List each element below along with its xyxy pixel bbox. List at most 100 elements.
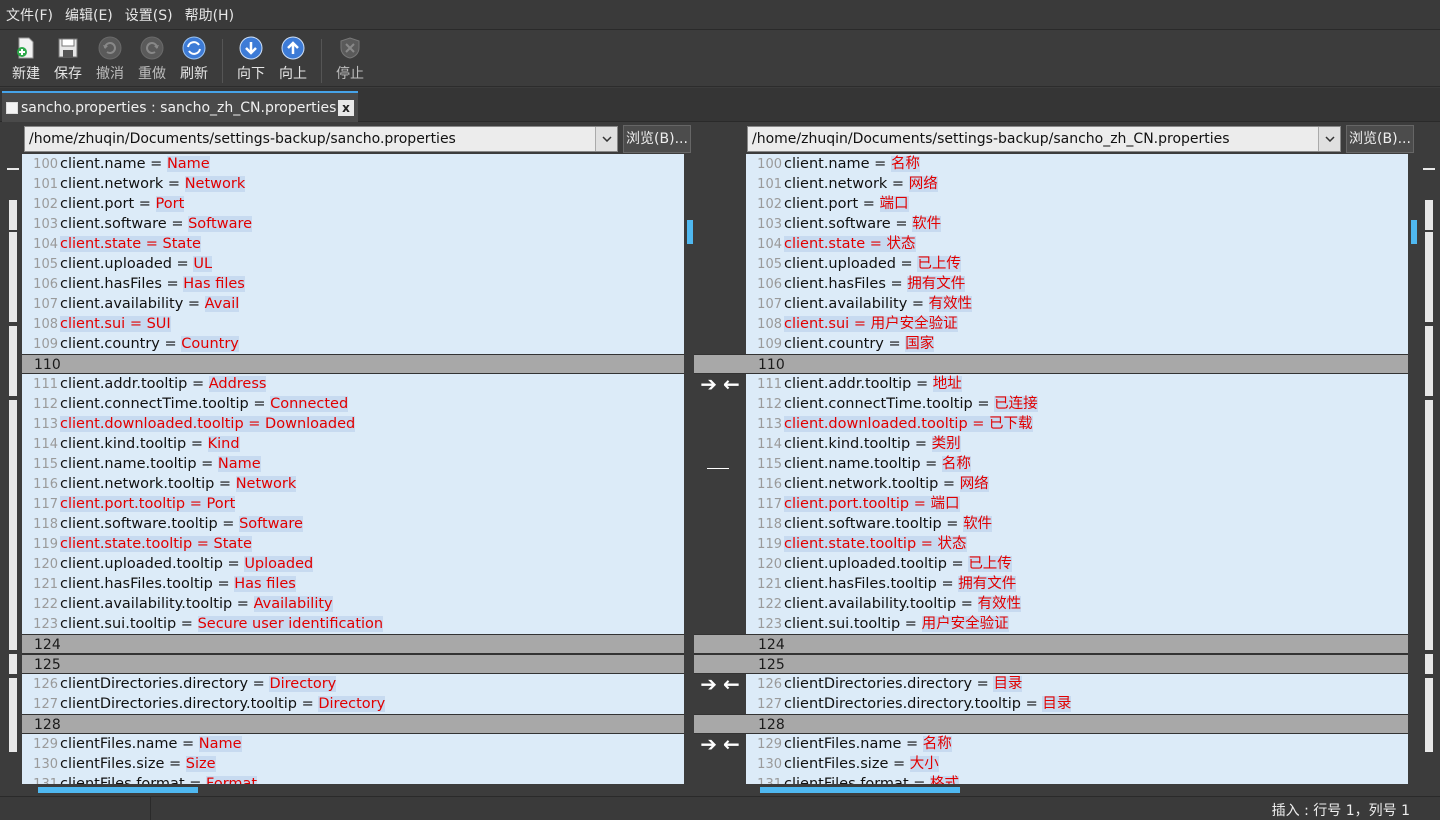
save-button[interactable]: 保存 (48, 35, 88, 83)
code-line[interactable]: 107 client.availability = 有效性 (746, 294, 1408, 314)
code-line[interactable]: 123 client.sui.tooltip = Secure user iden… (22, 614, 684, 634)
copy-right-arrow-icon[interactable]: ➔ (700, 732, 717, 756)
code-line[interactable]: 113 client.downloaded.tooltip = 已下载 (746, 414, 1408, 434)
scroll-thumb[interactable] (38, 787, 198, 793)
code-line[interactable]: 105 client.uploaded = 已上传 (746, 254, 1408, 274)
menu-settings[interactable]: 设置(S) (125, 5, 173, 25)
code-line[interactable]: 117 client.port.tooltip = Port (22, 494, 684, 514)
code-line[interactable]: 117 client.port.tooltip = 端口 (746, 494, 1408, 514)
code-line[interactable]: 119 client.state.tooltip = 状态 (746, 534, 1408, 554)
code-line[interactable]: 121 client.hasFiles.tooltip = Has files (22, 574, 684, 594)
code-line[interactable]: 115 client.name.tooltip = 名称 (746, 454, 1408, 474)
diff-gap-row[interactable]: 128 (22, 714, 684, 734)
copy-right-arrow-icon[interactable]: ➔ (700, 672, 717, 696)
next-diff-button[interactable]: 向下 (231, 35, 271, 83)
code-line[interactable]: 104 client.state = State (22, 234, 684, 254)
stop-button[interactable]: 停止 (330, 35, 370, 83)
new-button[interactable]: 新建 (6, 35, 46, 83)
prev-diff-button[interactable]: 向上 (273, 35, 313, 83)
code-line[interactable]: 102 client.port = 端口 (746, 194, 1408, 214)
code-line[interactable]: 112 client.connectTime.tooltip = Connecte… (22, 394, 684, 414)
right-path-combo[interactable]: /home/zhuqin/Documents/settings-backup/s… (747, 126, 1341, 152)
close-tab-button[interactable]: x (338, 100, 354, 116)
code-line[interactable]: 112 client.connectTime.tooltip = 已连接 (746, 394, 1408, 414)
code-line[interactable]: 113 client.downloaded.tooltip = Downloade… (22, 414, 684, 434)
code-line[interactable]: 131clientFiles.format = Format (22, 774, 684, 784)
code-line[interactable]: 131clientFiles.format = 格式 (746, 774, 1408, 784)
code-line[interactable]: 127 clientDirectories.directory.tooltip =… (746, 694, 1408, 714)
right-browse-button[interactable]: 浏览(B)... (1346, 125, 1414, 153)
code-line[interactable]: 129 clientFiles.name = 名称 (746, 734, 1408, 754)
chevron-down-icon[interactable] (595, 127, 617, 151)
diff-gap-row[interactable]: 124 (746, 634, 1408, 654)
redo-button[interactable]: 重做 (132, 35, 172, 83)
chevron-down-icon[interactable] (1318, 127, 1340, 151)
scroll-thumb[interactable] (687, 220, 693, 244)
code-line[interactable]: 120 client.uploaded.tooltip = 已上传 (746, 554, 1408, 574)
code-line[interactable]: 106 client.hasFiles = Has files (22, 274, 684, 294)
diff-gap-row[interactable]: 124 (22, 634, 684, 654)
code-line[interactable]: 118 client.software.tooltip = Software (22, 514, 684, 534)
right-horizontal-scrollbar[interactable] (746, 786, 1406, 794)
code-line[interactable]: 101 client.network = 网络 (746, 174, 1408, 194)
left-diff-overview[interactable] (6, 154, 20, 784)
code-line[interactable]: 102 client.port = Port (22, 194, 684, 214)
right-editor-pane[interactable]: 100 client.name = 名称 101 client.network = 网… (746, 154, 1408, 784)
code-line[interactable]: 109 client.country = 国家 (746, 334, 1408, 354)
left-vertical-scrollbar[interactable] (686, 154, 694, 784)
code-line[interactable]: 101 client.network = Network (22, 174, 684, 194)
code-line[interactable]: 104 client.state = 状态 (746, 234, 1408, 254)
code-line[interactable]: 114 client.kind.tooltip = Kind (22, 434, 684, 454)
undo-button[interactable]: 撤消 (90, 35, 130, 83)
code-line[interactable]: 130 clientFiles.size = Size (22, 754, 684, 774)
menu-file[interactable]: 文件(F) (6, 5, 53, 25)
code-line[interactable]: 115 client.name.tooltip = Name (22, 454, 684, 474)
diff-gap-row[interactable]: 125 (22, 654, 684, 674)
code-line[interactable]: 105 client.uploaded = UL (22, 254, 684, 274)
left-editor-pane[interactable]: 100 client.name = Name 101 client.network =… (22, 154, 684, 784)
right-vertical-scrollbar[interactable] (1410, 154, 1418, 784)
code-line[interactable]: 100 client.name = 名称 (746, 154, 1408, 174)
code-line[interactable]: 118 client.software.tooltip = 软件 (746, 514, 1408, 534)
code-line[interactable]: 107 client.availability = Avail (22, 294, 684, 314)
code-line[interactable]: 108 client.sui = SUI (22, 314, 684, 334)
code-line[interactable]: 121 client.hasFiles.tooltip = 拥有文件 (746, 574, 1408, 594)
tab-modified-checkbox[interactable] (6, 101, 18, 114)
diff-gap-row[interactable]: 125 (746, 654, 1408, 674)
menu-edit[interactable]: 编辑(E) (65, 5, 113, 25)
left-path-combo[interactable]: /home/zhuqin/Documents/settings-backup/s… (24, 126, 618, 152)
code-line[interactable]: 126 clientDirectories.directory = 目录 (746, 674, 1408, 694)
code-line[interactable]: 103 client.software = 软件 (746, 214, 1408, 234)
code-line[interactable]: 109 client.country = Country (22, 334, 684, 354)
code-line[interactable]: 120 client.uploaded.tooltip = Uploaded (22, 554, 684, 574)
code-line[interactable]: 119 client.state.tooltip = State (22, 534, 684, 554)
code-line[interactable]: 126 clientDirectories.directory = Directo… (22, 674, 684, 694)
copy-right-arrow-icon[interactable]: ➔ (700, 372, 717, 396)
tab-comparison[interactable]: sancho.properties : sancho_zh_CN.propert… (2, 91, 358, 122)
code-line[interactable]: 116 client.network.tooltip = 网络 (746, 474, 1408, 494)
scroll-thumb[interactable] (1411, 220, 1417, 244)
code-line[interactable]: 130 clientFiles.size = 大小 (746, 754, 1408, 774)
diff-gap-row[interactable]: 128 (746, 714, 1408, 734)
code-line[interactable]: 114 client.kind.tooltip = 类别 (746, 434, 1408, 454)
copy-left-arrow-icon[interactable]: ← (723, 672, 740, 696)
scroll-thumb[interactable] (760, 787, 960, 793)
code-line[interactable]: 123 client.sui.tooltip = 用户安全验证 (746, 614, 1408, 634)
refresh-button[interactable]: 刷新 (174, 35, 214, 83)
diff-gap-row[interactable]: 110 (746, 354, 1408, 374)
code-line[interactable]: 122 client.availability.tooltip = Availab… (22, 594, 684, 614)
code-line[interactable]: 103 client.software = Software (22, 214, 684, 234)
left-horizontal-scrollbar[interactable] (24, 786, 684, 794)
left-browse-button[interactable]: 浏览(B)... (623, 125, 691, 153)
code-line[interactable]: 127 clientDirectories.directory.tooltip =… (22, 694, 684, 714)
code-line[interactable]: 106 client.hasFiles = 拥有文件 (746, 274, 1408, 294)
menu-help[interactable]: 帮助(H) (185, 5, 234, 25)
code-line[interactable]: 108 client.sui = 用户安全验证 (746, 314, 1408, 334)
code-line[interactable]: 116 client.network.tooltip = Network (22, 474, 684, 494)
code-line[interactable]: 111 client.addr.tooltip = 地址 (746, 374, 1408, 394)
copy-left-arrow-icon[interactable]: ← (723, 732, 740, 756)
copy-left-arrow-icon[interactable]: ← (723, 372, 740, 396)
code-line[interactable]: 122 client.availability.tooltip = 有效性 (746, 594, 1408, 614)
diff-gap-row[interactable]: 110 (22, 354, 684, 374)
right-diff-overview[interactable] (1422, 154, 1436, 784)
